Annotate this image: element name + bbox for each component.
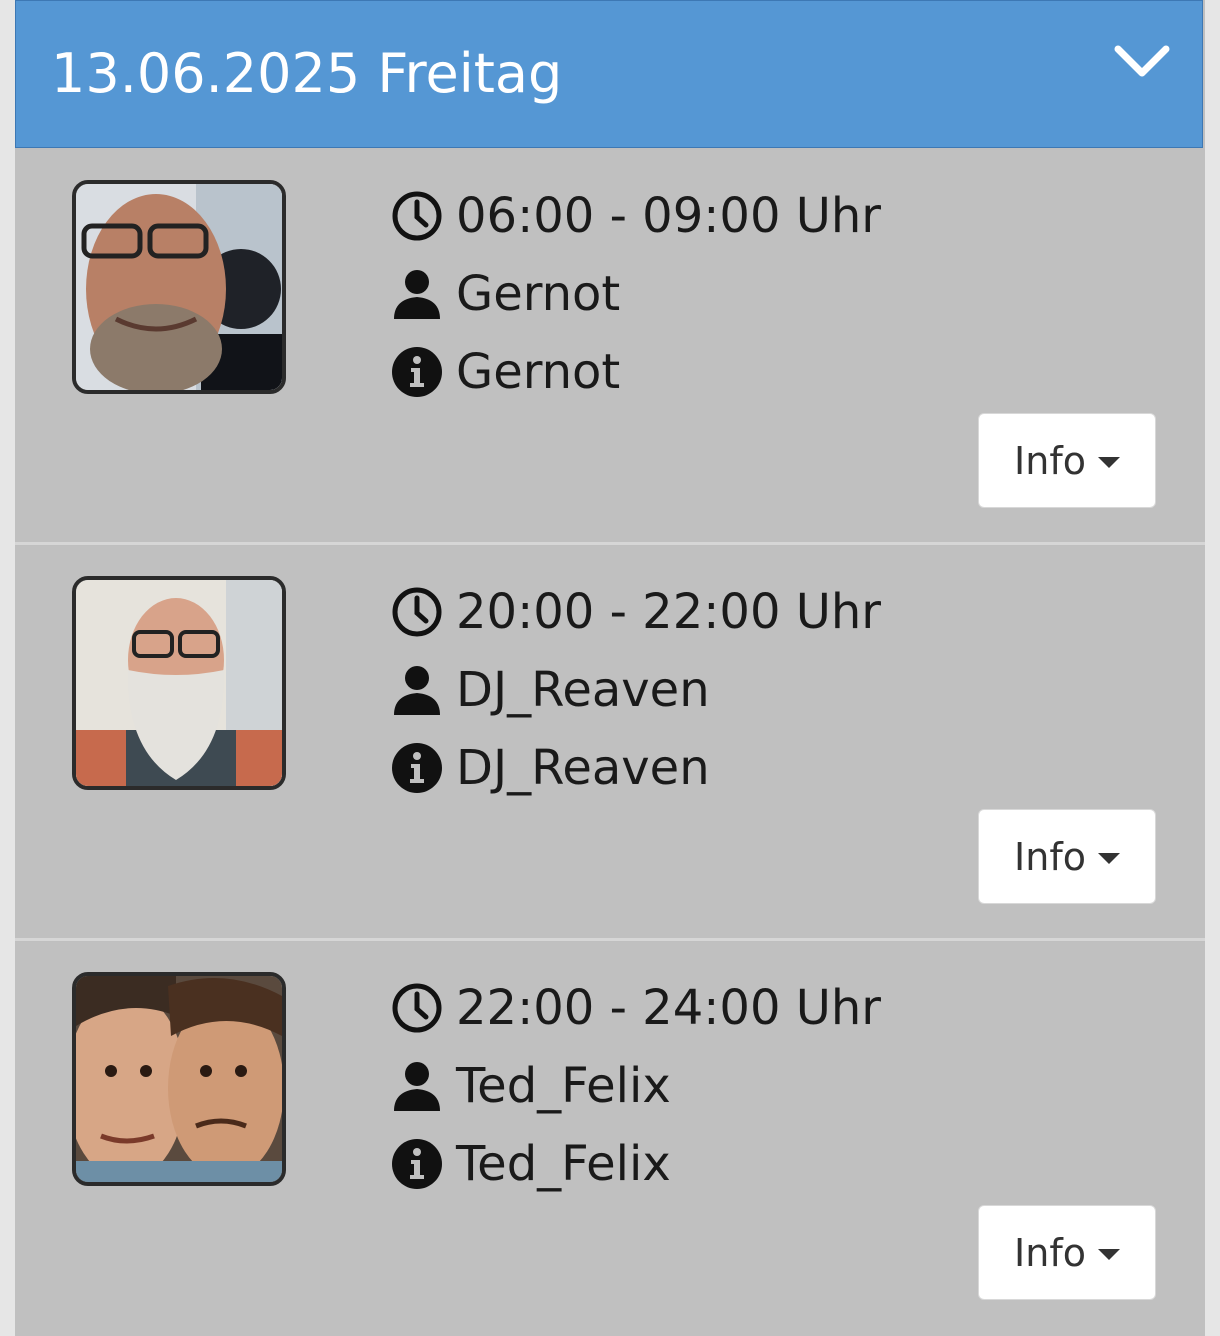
host-row: DJ_Reaven: [390, 660, 710, 720]
caret-down-icon: [1097, 853, 1120, 864]
info-button[interactable]: Info: [978, 1205, 1156, 1300]
show-name: Gernot: [456, 344, 621, 400]
show-row: Ted_Felix: [390, 1134, 671, 1194]
day-header[interactable]: 13.06.2025 Freitag: [15, 0, 1203, 148]
host-name: Gernot: [456, 266, 621, 322]
show-name: Ted_Felix: [456, 1136, 671, 1192]
info-circle-icon: [390, 1137, 444, 1191]
caret-down-icon: [1097, 1249, 1120, 1260]
chevron-down-icon[interactable]: [1112, 39, 1172, 87]
info-circle-icon: [390, 741, 444, 795]
clock-icon: [390, 189, 444, 243]
show-row: DJ_Reaven: [390, 738, 710, 798]
schedule-panel: 13.06.2025 Freitag 06:00 - 09:00 Uhr Ger…: [15, 0, 1205, 1336]
info-button-label: Info: [1014, 1230, 1086, 1275]
info-button[interactable]: Info: [978, 413, 1156, 508]
info-button-label: Info: [1014, 438, 1086, 483]
host-avatar: [72, 972, 286, 1186]
host-name: Ted_Felix: [456, 1058, 671, 1114]
show-slot: 06:00 - 09:00 Uhr Gernot Gernot Info: [15, 150, 1205, 544]
clock-icon: [390, 981, 444, 1035]
time-row: 20:00 - 22:00 Uhr: [390, 582, 881, 642]
day-title: 13.06.2025 Freitag: [51, 42, 563, 105]
info-circle-icon: [390, 345, 444, 399]
show-slot: 20:00 - 22:00 Uhr DJ_Reaven DJ_Reaven In…: [15, 546, 1205, 940]
host-row: Gernot: [390, 264, 620, 324]
clock-icon: [390, 585, 444, 639]
show-name: DJ_Reaven: [456, 740, 710, 796]
user-icon: [390, 1059, 444, 1113]
time-text: 20:00 - 22:00 Uhr: [456, 584, 882, 640]
show-row: Gernot: [390, 342, 620, 402]
host-avatar: [72, 576, 286, 790]
host-name: DJ_Reaven: [456, 662, 710, 718]
time-row: 06:00 - 09:00 Uhr: [390, 186, 881, 246]
host-avatar: [72, 180, 286, 394]
user-icon: [390, 267, 444, 321]
divider: [15, 938, 1205, 941]
time-row: 22:00 - 24:00 Uhr: [390, 978, 881, 1038]
show-slot: 22:00 - 24:00 Uhr Ted_Felix Ted_Felix In…: [15, 942, 1205, 1336]
info-button-label: Info: [1014, 834, 1086, 879]
caret-down-icon: [1097, 457, 1120, 468]
divider: [15, 542, 1205, 545]
host-row: Ted_Felix: [390, 1056, 671, 1116]
info-button[interactable]: Info: [978, 809, 1156, 904]
time-text: 06:00 - 09:00 Uhr: [456, 188, 882, 244]
user-icon: [390, 663, 444, 717]
time-text: 22:00 - 24:00 Uhr: [456, 980, 882, 1036]
